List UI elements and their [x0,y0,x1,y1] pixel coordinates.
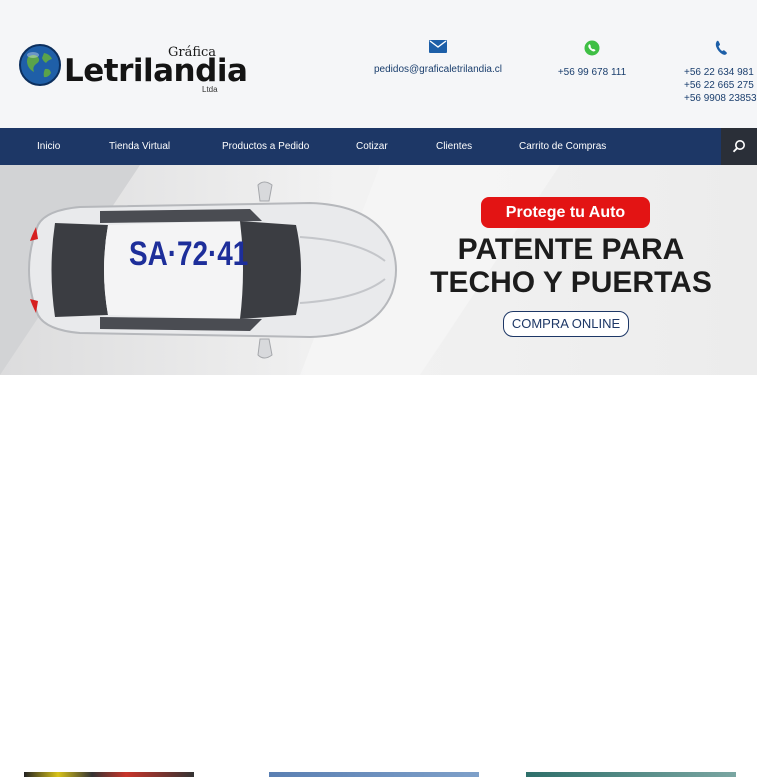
compra-online-button[interactable]: COMPRA ONLINE [503,311,629,337]
contact-email[interactable]: pedidos@graficaletrilandia.cl [374,40,502,76]
search-button[interactable] [721,128,757,165]
nav-carrito-de-compras[interactable]: Carrito de Compras [519,128,606,165]
nav-inicio[interactable]: Inicio [37,128,60,165]
logo-title: Letrilandia [64,53,248,89]
phone-icon [715,40,727,55]
contact-phones[interactable]: +56 22 634 981 +56 22 665 275 +56 9908 2… [684,40,757,105]
hero-headline-2: TECHO Y PUERTAS [430,266,712,299]
whatsapp-number[interactable]: +56 99 678 111 [558,67,626,78]
product-thumb-3[interactable] [526,772,736,777]
hero-badge: Protege tu Auto [481,197,650,228]
site-logo[interactable]: Gráfica Letrilandia Ltda [16,38,248,98]
hero-headline-1: PATENTE PARA [457,233,685,266]
contact-whatsapp[interactable]: +56 99 678 111 [552,40,632,79]
nav-tienda-virtual[interactable]: Tienda Virtual [109,128,170,165]
email-icon [429,40,447,53]
main-nav: Inicio Tienda Virtual Productos a Pedido… [0,128,757,165]
logo-ltda: Ltda [202,85,218,94]
whatsapp-icon [584,40,600,56]
email-link[interactable]: pedidos@graficaletrilandia.cl [374,64,502,75]
product-thumb-1[interactable] [24,772,194,777]
roof-plate-text: SA·72·41 [128,235,249,273]
phone-3[interactable]: +56 9908 23853 [684,93,757,104]
phone-2[interactable]: +56 22 665 275 [684,80,754,91]
nav-productos-a-pedido[interactable]: Productos a Pedido [222,128,309,165]
product-strip [0,375,757,777]
globe-icon [19,44,61,86]
phone-1[interactable]: +56 22 634 981 [684,67,754,78]
nav-clientes[interactable]: Clientes [436,128,472,165]
site-header: Gráfica Letrilandia Ltda pedidos@grafica… [0,0,757,128]
nav-cotizar[interactable]: Cotizar [356,128,388,165]
search-icon [732,140,745,153]
product-thumb-2[interactable] [269,772,479,777]
